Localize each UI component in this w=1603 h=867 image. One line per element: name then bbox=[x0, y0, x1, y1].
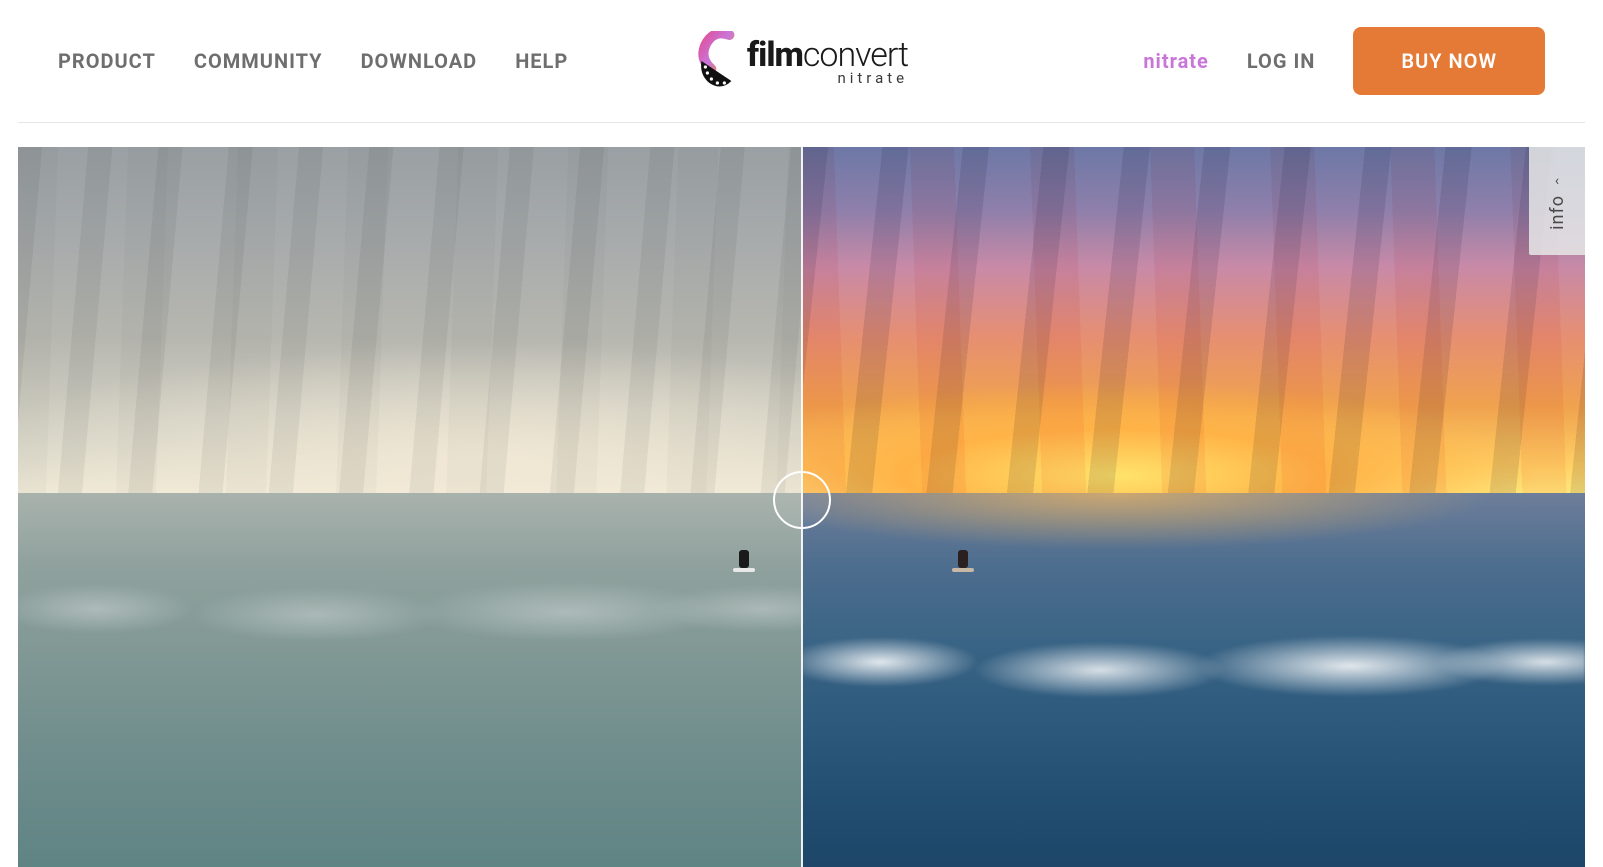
nav-product[interactable]: PRODUCT bbox=[58, 49, 156, 73]
after-pane bbox=[802, 147, 1586, 867]
logo[interactable]: filmconvert nitrate bbox=[695, 31, 908, 91]
comparison-handle[interactable] bbox=[773, 471, 831, 529]
info-tab-label: info bbox=[1547, 195, 1568, 230]
logo-text: filmconvert nitrate bbox=[747, 35, 908, 87]
after-foam bbox=[802, 622, 1586, 702]
nav-nitrate[interactable]: nitrate bbox=[1143, 49, 1209, 73]
nav-right: nitrate LOG IN BUY NOW bbox=[1143, 27, 1545, 95]
before-foam bbox=[18, 579, 802, 639]
before-sea bbox=[18, 493, 802, 867]
nav-community[interactable]: COMMUNITY bbox=[194, 49, 323, 73]
before-clouds bbox=[18, 147, 802, 493]
after-clouds bbox=[802, 147, 1586, 493]
logo-word-bold: film bbox=[747, 35, 803, 75]
logo-icon bbox=[695, 31, 735, 91]
nav-download[interactable]: DOWNLOAD bbox=[361, 49, 478, 73]
nav-help[interactable]: HELP bbox=[515, 49, 568, 73]
logo-subtext: nitrate bbox=[837, 69, 908, 87]
nav-login[interactable]: LOG IN bbox=[1247, 49, 1316, 73]
before-surfer bbox=[739, 550, 749, 568]
comparison-hero: ‹ info bbox=[18, 147, 1585, 867]
after-surfer bbox=[958, 550, 968, 568]
before-pane bbox=[18, 147, 802, 867]
info-tab[interactable]: ‹ info bbox=[1529, 147, 1585, 255]
header: PRODUCT COMMUNITY DOWNLOAD HELP bbox=[18, 0, 1585, 123]
buy-now-button[interactable]: BUY NOW bbox=[1353, 27, 1545, 95]
nav-left: PRODUCT COMMUNITY DOWNLOAD HELP bbox=[58, 49, 568, 73]
chevron-left-icon: ‹ bbox=[1555, 173, 1559, 189]
